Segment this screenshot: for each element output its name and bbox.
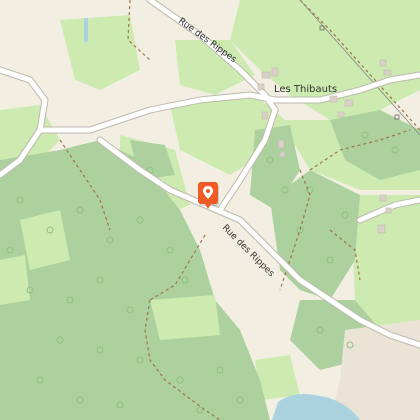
place-label-hamlet: Les Thibauts bbox=[274, 84, 337, 95]
location-marker[interactable] bbox=[198, 182, 219, 209]
stream-segment bbox=[84, 18, 88, 42]
map-canvas[interactable]: Les Thibauts Rue des Rippes Rue des Ripp… bbox=[0, 0, 420, 420]
map-view[interactable]: Les Thibauts Rue des Rippes Rue des Ripp… bbox=[0, 0, 420, 420]
